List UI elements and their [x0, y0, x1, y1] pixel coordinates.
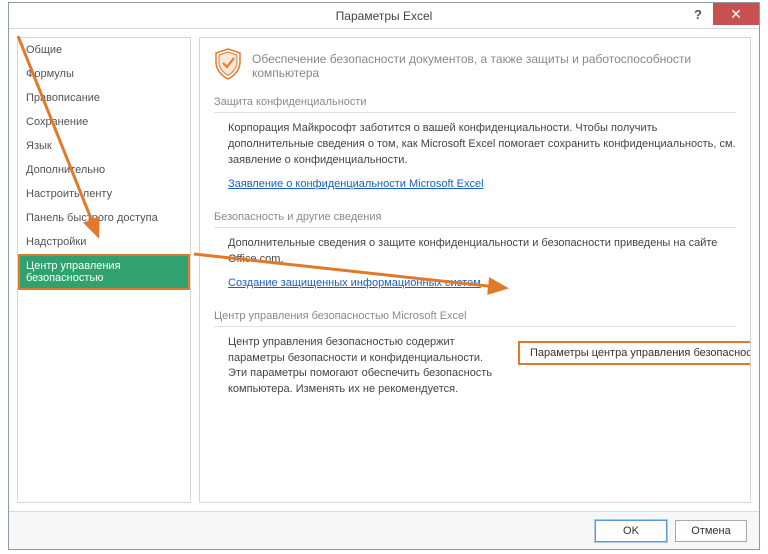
help-button[interactable]: ? [683, 3, 713, 25]
dialog-body: Общие Формулы Правописание Сохранение Яз… [9, 29, 759, 511]
section-title-security: Безопасность и другие сведения [214, 207, 736, 228]
section-body-security: Дополнительные сведения о защите конфиде… [214, 236, 736, 306]
excel-options-dialog: Параметры Excel ? ✕ Общие Формулы Правоп… [8, 2, 760, 550]
close-button[interactable]: ✕ [713, 3, 759, 25]
section-title-trust-center: Центр управления безопасностью Microsoft… [214, 306, 736, 327]
hero-text: Обеспечение безопасности документов, а т… [252, 48, 736, 80]
sidebar-item-general[interactable]: Общие [18, 38, 190, 62]
privacy-statement-link[interactable]: Заявление о конфиденциальности Microsoft… [228, 178, 484, 190]
sidebar-item-advanced[interactable]: Дополнительно [18, 158, 190, 182]
trust-center-settings-button[interactable]: Параметры центра управления безопасность… [518, 341, 751, 365]
sidebar-item-quick-access[interactable]: Панель быстрого доступа [18, 206, 190, 230]
trust-center-text: Центр управления безопасностью содержит … [228, 335, 498, 399]
sidebar: Общие Формулы Правописание Сохранение Яз… [17, 37, 191, 503]
security-text: Дополнительные сведения о защите конфиде… [228, 236, 736, 268]
cancel-button[interactable]: Отмена [675, 520, 747, 542]
titlebar: Параметры Excel ? ✕ [9, 3, 759, 29]
sidebar-item-trust-center[interactable]: Центр управления безопасностью [18, 254, 190, 290]
sidebar-item-formulas[interactable]: Формулы [18, 62, 190, 86]
trustworthy-computing-link[interactable]: Создание защищенных информационных систе… [228, 277, 481, 289]
ok-button[interactable]: OK [595, 520, 667, 542]
section-body-privacy: Корпорация Майкрософт заботится о вашей … [214, 121, 736, 207]
window-buttons: ? ✕ [683, 3, 759, 25]
sidebar-item-addins[interactable]: Надстройки [18, 230, 190, 254]
sidebar-item-language[interactable]: Язык [18, 134, 190, 158]
privacy-text: Корпорация Майкрософт заботится о вашей … [228, 121, 736, 169]
hero: Обеспечение безопасности документов, а т… [214, 48, 736, 80]
section-title-privacy: Защита конфиденциальности [214, 92, 736, 113]
content-pane: Обеспечение безопасности документов, а т… [199, 37, 751, 503]
sidebar-item-proofing[interactable]: Правописание [18, 86, 190, 110]
trust-center-row: Центр управления безопасностью содержит … [214, 335, 736, 413]
window-title: Параметры Excel [9, 9, 759, 23]
sidebar-item-customize-ribbon[interactable]: Настроить ленту [18, 182, 190, 206]
shield-icon [214, 48, 242, 80]
sidebar-item-save[interactable]: Сохранение [18, 110, 190, 134]
dialog-footer: OK Отмена [9, 511, 759, 549]
